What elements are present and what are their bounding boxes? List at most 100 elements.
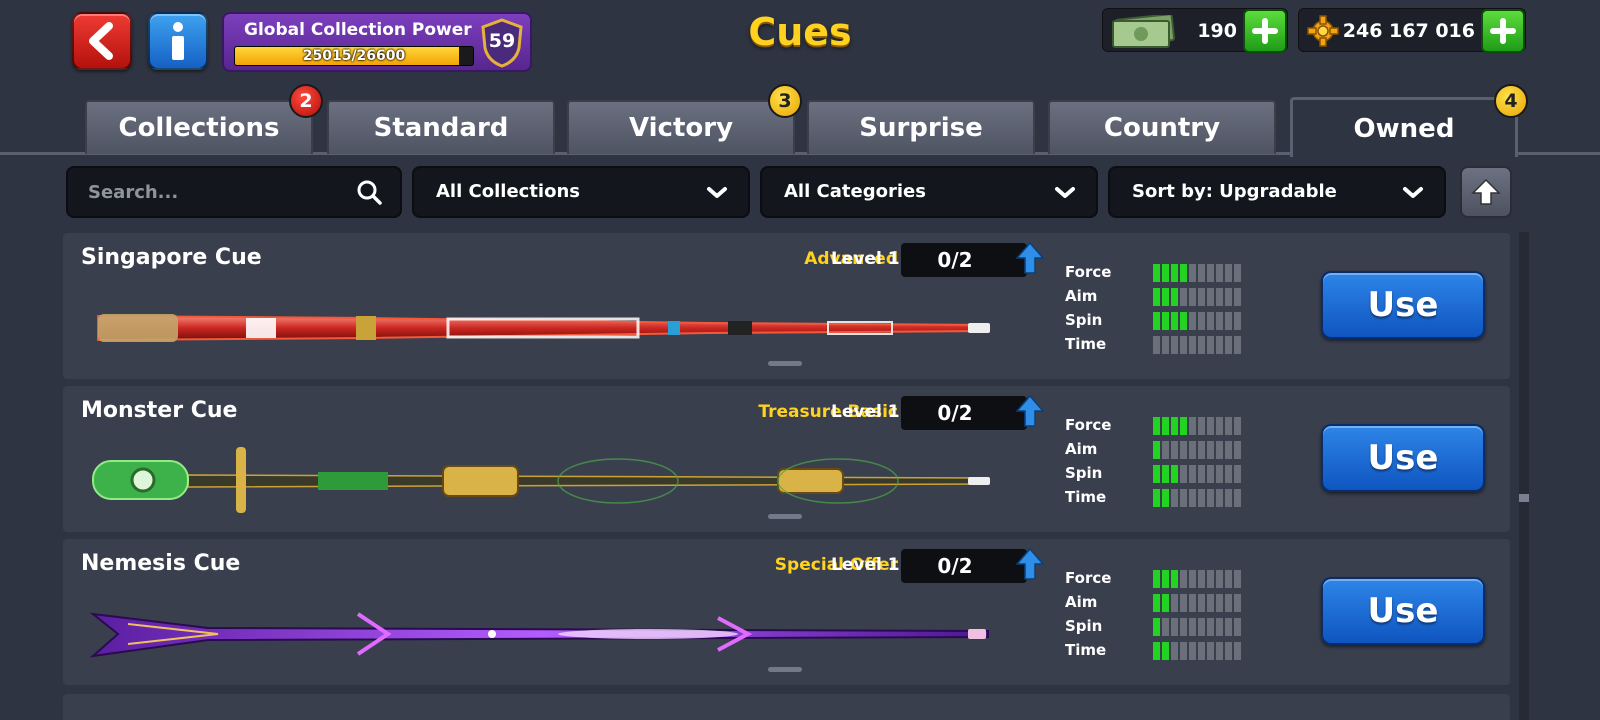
global-collection-power-panel[interactable]: Global Collection Power 25015/26600 59 [222,12,532,72]
scrollbar-track[interactable] [1519,232,1529,720]
use-button[interactable]: Use [1321,577,1485,645]
stat-segment [1180,264,1187,282]
stat-segment [1207,417,1214,435]
tab-owned[interactable]: Owned [1290,97,1518,157]
stat-segment [1234,312,1241,330]
sort-dropdown-value: Sort by: Upgradable [1132,181,1337,202]
stat-segment [1180,336,1187,354]
search-icon[interactable] [356,179,382,205]
stat-segment [1189,489,1196,507]
cue-card-nemesis[interactable]: Nemesis Cue Special Offer Level 1 0/2 Fo… [63,539,1510,685]
stat-segment [1216,417,1223,435]
stat-bar-spin [1153,465,1241,483]
stat-segment [1198,417,1205,435]
stat-segment [1180,465,1187,483]
stat-segment [1225,618,1232,636]
collections-badge: 2 [289,84,323,118]
categories-dropdown-value: All Categories [784,181,926,202]
stat-segment [1189,264,1196,282]
stat-segment [1234,465,1241,483]
tab-standard[interactable]: Standard [327,100,555,154]
categories-dropdown[interactable]: All Categories [760,166,1098,218]
tab-collections[interactable]: Collections [85,100,313,154]
stat-segment [1153,336,1160,354]
add-cash-button[interactable] [1243,9,1287,53]
cue-name: Singapore Cue [81,245,262,270]
victory-badge: 3 [768,84,802,118]
gcp-level: 59 [488,30,516,52]
stat-segment [1234,642,1241,660]
gcp-label: Global Collection Power [244,20,472,40]
tab-label: Collections [118,113,280,143]
tab-country[interactable]: Country [1048,100,1276,154]
stat-segment [1198,570,1205,588]
upgrade-arrow-icon[interactable] [1015,547,1045,581]
sort-direction-button[interactable] [1460,166,1512,218]
arrow-up-icon [1471,178,1501,205]
stat-segment [1189,618,1196,636]
stat-segment [1171,465,1178,483]
stat-segment [1207,312,1214,330]
sort-dropdown[interactable]: Sort by: Upgradable [1108,166,1446,218]
info-icon [172,22,184,60]
stat-segment [1189,336,1196,354]
stat-segment [1180,594,1187,612]
cue-name: Nemesis Cue [81,551,241,576]
stat-segment [1162,489,1169,507]
stat-segment [1198,336,1205,354]
cue-level: Level 1 [831,249,900,269]
stat-segment [1189,441,1196,459]
stat-segment [1162,570,1169,588]
stat-segment [1207,570,1214,588]
stat-segment [1162,618,1169,636]
use-button[interactable]: Use [1321,271,1485,339]
stat-segment [1162,594,1169,612]
stat-bar-aim [1153,441,1241,459]
owned-badge: 4 [1494,84,1528,118]
stat-segment [1207,288,1214,306]
tab-victory[interactable]: Victory [567,100,795,154]
stat-segment [1171,288,1178,306]
stat-segment [1234,441,1241,459]
stat-segment [1234,336,1241,354]
cue-upgrade-progress: 0/2 [901,243,1027,277]
scrollbar-thumb[interactable] [1519,494,1529,502]
stat-segment [1216,618,1223,636]
stat-label-time: Time [1065,641,1107,659]
use-button[interactable]: Use [1321,424,1485,492]
cue-card-partial[interactable] [63,694,1510,720]
upgrade-arrow-icon[interactable] [1015,241,1045,275]
monster-cue-image [92,447,990,513]
back-button[interactable] [72,12,132,70]
stat-segment [1216,465,1223,483]
search-box[interactable] [66,166,402,218]
page-title: Cues [748,10,852,54]
stat-segment [1153,594,1160,612]
gcp-progress-bar: 25015/26600 [234,46,474,66]
stat-bar-spin [1153,312,1241,330]
tab-label: Standard [373,113,509,143]
stat-segment [1216,264,1223,282]
stat-segment [1171,417,1178,435]
stat-segment [1198,288,1205,306]
stat-label-spin: Spin [1065,464,1103,482]
tab-surprise[interactable]: Surprise [807,100,1035,154]
cue-card-monster[interactable]: Monster Cue Treasure Basic Level 1 0/2 F… [63,386,1510,532]
stat-segment [1234,618,1241,636]
search-input[interactable] [88,168,328,216]
upgrade-arrow-icon[interactable] [1015,394,1045,428]
coin-gear-icon [1307,15,1339,47]
stat-segment [1225,441,1232,459]
stat-segment [1180,417,1187,435]
stat-segment [1189,312,1196,330]
stat-segment [1171,312,1178,330]
stat-segment [1234,288,1241,306]
add-coins-button[interactable] [1481,9,1525,53]
stat-segment [1153,288,1160,306]
stat-segment [1189,594,1196,612]
info-button[interactable] [148,12,208,70]
stat-segment [1216,336,1223,354]
collections-dropdown[interactable]: All Collections [412,166,750,218]
stat-segment [1171,441,1178,459]
cue-card-singapore[interactable]: Singapore Cue Advanced Level 1 0/2 Force… [63,233,1510,379]
